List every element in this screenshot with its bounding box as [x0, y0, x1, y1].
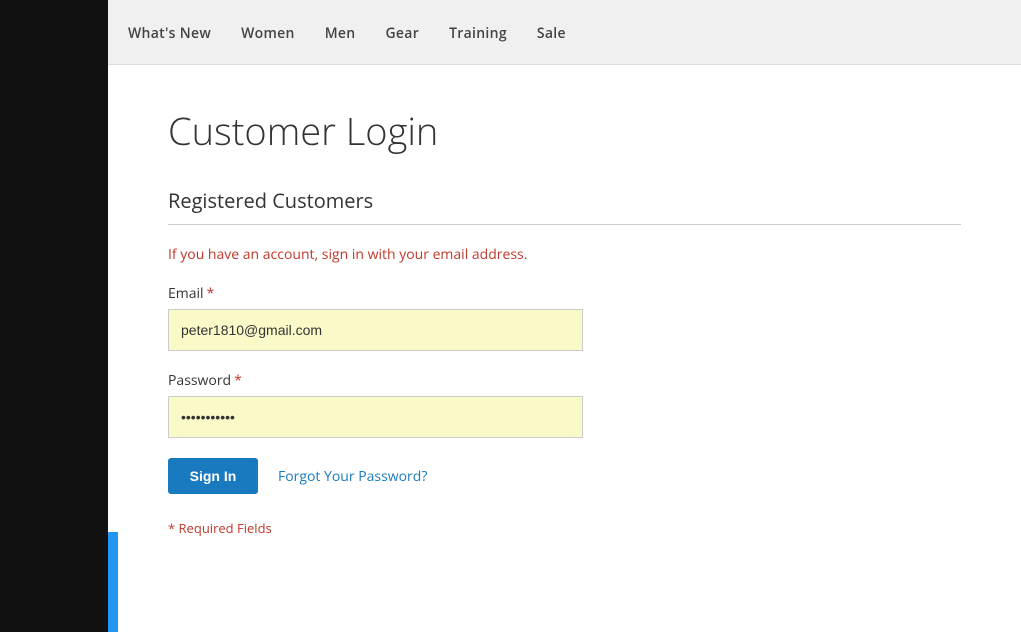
password-required-star: * — [234, 371, 242, 390]
nav-link-gear[interactable]: Gear — [385, 24, 419, 43]
nav-link-whats-new[interactable]: What's New — [128, 24, 211, 43]
nav-link-men[interactable]: Men — [325, 24, 356, 43]
main-nav: What's New Women Men Gear Training Sale — [108, 0, 1021, 65]
email-input[interactable] — [168, 309, 583, 351]
nav-item-gear[interactable]: Gear — [385, 21, 419, 43]
email-required-star: * — [207, 284, 215, 303]
form-actions: Sign In Forgot Your Password? — [168, 458, 961, 494]
nav-list: What's New Women Men Gear Training Sale — [128, 21, 566, 43]
divider — [168, 224, 961, 225]
email-label: Email* — [168, 284, 961, 303]
required-fields-note: * Required Fields — [168, 519, 961, 537]
nav-item-women[interactable]: Women — [241, 21, 295, 43]
info-text: If you have an account, sign in with you… — [168, 245, 961, 264]
page-title: Customer Login — [168, 105, 961, 157]
left-bar — [0, 0, 108, 632]
nav-link-training[interactable]: Training — [449, 24, 507, 43]
blue-bar — [108, 532, 118, 632]
main-content: Customer Login Registered Customers If y… — [108, 65, 1021, 632]
email-group: Email* — [168, 284, 961, 351]
nav-item-whats-new[interactable]: What's New — [128, 21, 211, 43]
forgot-password-link[interactable]: Forgot Your Password? — [278, 467, 427, 486]
nav-link-sale[interactable]: Sale — [537, 24, 566, 43]
password-label: Password* — [168, 371, 961, 390]
sign-in-button[interactable]: Sign In — [168, 458, 258, 494]
nav-item-sale[interactable]: Sale — [537, 21, 566, 43]
section-title: Registered Customers — [168, 187, 961, 214]
nav-link-women[interactable]: Women — [241, 24, 295, 43]
nav-item-training[interactable]: Training — [449, 21, 507, 43]
nav-item-men[interactable]: Men — [325, 21, 356, 43]
login-form: Email* Password* Sign In Forgot Your Pas… — [168, 284, 961, 494]
password-group: Password* — [168, 371, 961, 438]
password-input[interactable] — [168, 396, 583, 438]
